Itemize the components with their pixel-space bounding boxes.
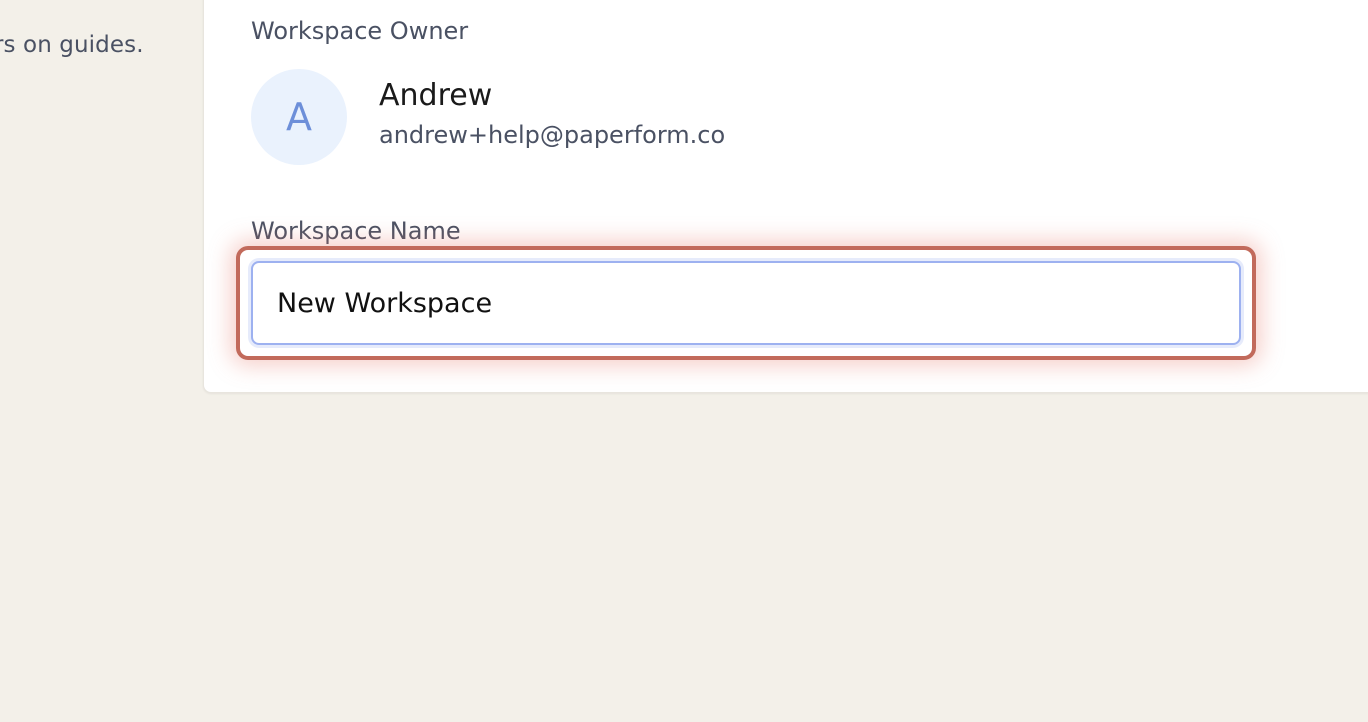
avatar-initial: A (286, 95, 312, 139)
section-description: rs on guides. (0, 32, 144, 58)
workspace-name-field-wrapper (251, 261, 1241, 345)
workspace-name-input[interactable] (253, 263, 1239, 343)
workspace-name-label: Workspace Name (251, 217, 461, 245)
owner-email: andrew+help@paperform.co (379, 121, 726, 149)
workspace-owner-label: Workspace Owner (251, 17, 469, 45)
avatar: A (251, 69, 347, 165)
owner-name: Andrew (379, 78, 493, 113)
